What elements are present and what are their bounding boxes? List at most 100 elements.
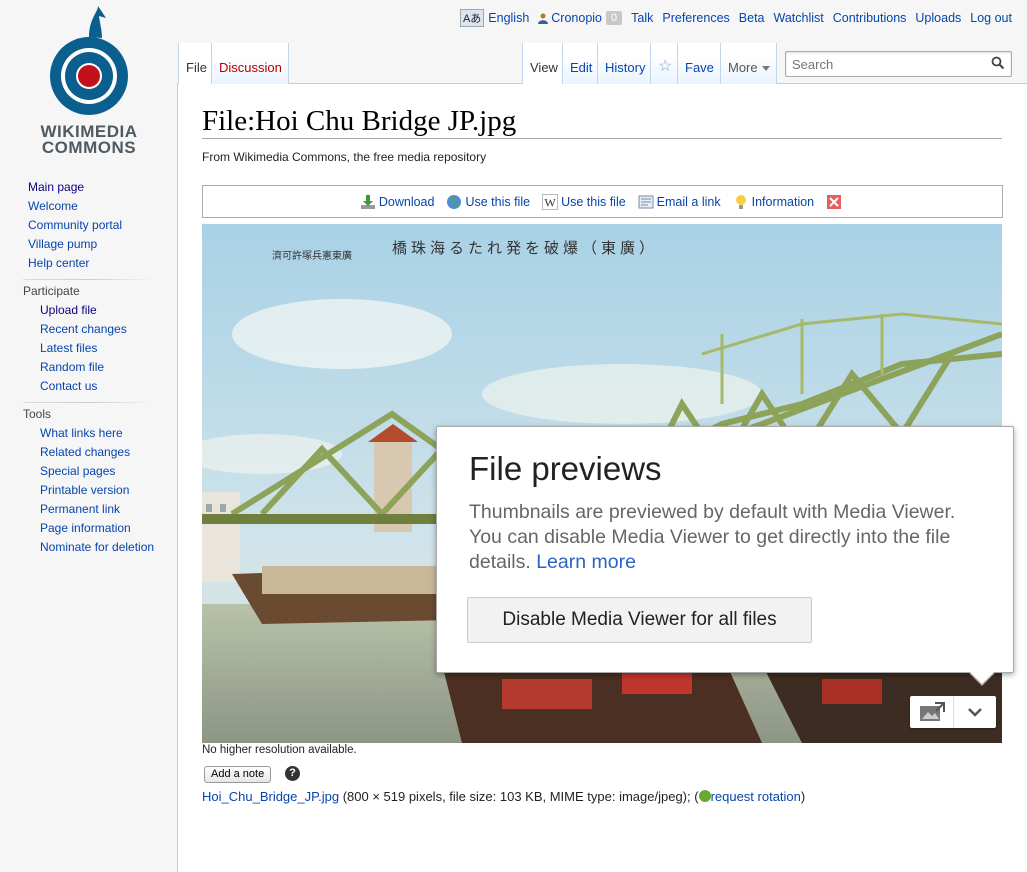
close-paren: ) <box>800 789 806 804</box>
download-button[interactable]: Download <box>360 194 434 210</box>
no-higher-resolution-text: No higher resolution available. <box>202 744 357 756</box>
language-link[interactable]: English <box>488 11 529 25</box>
open-media-viewer-button[interactable] <box>910 696 953 728</box>
chevron-down-icon <box>761 66 770 71</box>
tab-history[interactable]: History <box>598 43 651 84</box>
page-title: File:Hoi Chu Bridge JP.jpg <box>202 103 1002 139</box>
nav-item-upload-file: Upload file <box>0 301 178 320</box>
uploads-link[interactable]: Uploads <box>915 11 961 25</box>
use-this-file-label: Use this file <box>561 194 626 209</box>
beta-link[interactable]: Beta <box>739 11 765 25</box>
participate-portal: Participate Upload file Recent changes L… <box>0 279 178 396</box>
close-toolbar-button[interactable] <box>826 194 845 210</box>
tab-view-label: View <box>530 60 558 75</box>
nav-item-latest-files: Latest files <box>0 339 178 358</box>
information-button[interactable]: Information <box>733 194 815 210</box>
nav-link[interactable]: Printable version <box>40 483 129 497</box>
user-icon <box>538 13 549 24</box>
popup-title: File previews <box>469 450 662 487</box>
tab-edit-label: Edit <box>570 60 593 75</box>
use-this-file-web-button[interactable]: Use this file <box>446 194 530 210</box>
nav-link[interactable]: Recent changes <box>40 322 127 336</box>
tab-view[interactable]: View <box>522 43 563 84</box>
tab-discussion[interactable]: Discussion <box>212 43 289 84</box>
file-info: Hoi_Chu_Bridge_JP.jpg (800 × 519 pixels,… <box>202 789 805 804</box>
tab-more-menu[interactable]: More <box>721 43 777 84</box>
nav-item-nominate-deletion: Nominate for deletion <box>0 538 178 557</box>
email-link-button[interactable]: Email a link <box>638 194 721 210</box>
help-icon[interactable]: ? <box>285 766 300 781</box>
nav-item-welcome: Welcome <box>0 197 178 216</box>
filename-link[interactable]: Hoi_Chu_Bridge_JP.jpg <box>202 789 339 804</box>
wikipedia-icon: W <box>542 193 559 210</box>
tab-edit[interactable]: Edit <box>563 43 598 84</box>
tab-fave[interactable]: Fave <box>678 43 721 84</box>
nav-link[interactable]: Contact us <box>40 379 97 393</box>
nav-item-contact-us: Contact us <box>0 377 178 396</box>
nav-link[interactable]: Nominate for deletion <box>40 540 154 554</box>
disable-media-viewer-button[interactable]: Disable Media Viewer for all files <box>467 597 812 643</box>
email-label: Email a link <box>656 194 721 209</box>
divider <box>23 402 155 403</box>
popup-body: Thumbnails are previewed by default with… <box>469 500 989 575</box>
tab-fave-label: Fave <box>685 60 714 75</box>
page-tagline: From Wikimedia Commons, the free media r… <box>202 150 487 164</box>
nav-link[interactable]: Community portal <box>28 218 122 232</box>
add-note-button[interactable]: Add a note <box>204 766 272 783</box>
nav-link[interactable]: Main page <box>28 180 84 194</box>
nav-link[interactable]: Upload file <box>40 303 97 317</box>
nav-item-page-information: Page information <box>0 519 178 538</box>
nav-link[interactable]: What links here <box>40 426 123 440</box>
site-logo[interactable]: WIKIMEDIA COMMONS <box>0 0 178 160</box>
search-box <box>785 51 1012 77</box>
svg-text:W: W <box>544 195 556 209</box>
tab-file[interactable]: File <box>178 43 212 84</box>
language-icon[interactable]: Aあ <box>459 9 485 27</box>
email-icon <box>638 195 654 208</box>
main-navigation: Main page Welcome Community portal Villa… <box>0 178 178 273</box>
watchlist-link[interactable]: Watchlist <box>774 11 824 25</box>
notifications-badge[interactable]: 0 <box>606 11 623 25</box>
nav-link[interactable]: Welcome <box>28 199 78 213</box>
nav-link[interactable]: Latest files <box>40 341 97 355</box>
rotate-icon <box>698 790 711 802</box>
information-label: Information <box>751 194 815 209</box>
request-rotation-link[interactable]: request rotation <box>711 789 801 804</box>
nav-item-community-portal: Community portal <box>0 216 178 235</box>
nav-link[interactable]: Help center <box>28 256 89 270</box>
close-icon <box>827 194 842 209</box>
use-this-file-wiki-button[interactable]: W Use this file <box>542 193 626 210</box>
contributions-link[interactable]: Contributions <box>833 11 907 25</box>
file-previews-popup: File previews Thumbnails are previewed b… <box>436 426 1014 686</box>
divider <box>23 279 155 280</box>
logout-link[interactable]: Log out <box>970 11 1012 25</box>
user-menu[interactable]: Cronopio 0 <box>538 11 623 25</box>
nav-link[interactable]: Random file <box>40 360 104 374</box>
nav-link[interactable]: Permanent link <box>40 502 120 516</box>
globe-icon <box>447 194 462 209</box>
tab-more-label: More <box>728 60 758 75</box>
star-icon: ☆ <box>658 58 673 75</box>
nav-link[interactable]: Village pump <box>28 237 97 251</box>
sidebar: Main page Welcome Community portal Villa… <box>0 178 178 557</box>
search-icon[interactable] <box>991 56 1005 70</box>
learn-more-link[interactable]: Learn more <box>536 551 636 573</box>
file-details: (800 × 519 pixels, file size: 103 KB, MI… <box>339 789 699 804</box>
personal-tools: Aあ English Cronopio 0 Talk Preferences B… <box>459 9 1012 27</box>
search-input[interactable] <box>790 53 980 75</box>
preferences-link[interactable]: Preferences <box>662 11 729 25</box>
nav-link[interactable]: Related changes <box>40 445 130 459</box>
media-viewer-controls <box>910 696 996 728</box>
username-link[interactable]: Cronopio <box>551 11 602 25</box>
watch-star-icon[interactable]: ☆ <box>651 43 678 84</box>
commons-logo-icon <box>50 6 128 115</box>
nav-item-random-file: Random file <box>0 358 178 377</box>
talk-link[interactable]: Talk <box>631 11 653 25</box>
nav-link[interactable]: Special pages <box>40 464 115 478</box>
nav-link[interactable]: Page information <box>40 521 131 535</box>
tab-discussion-label: Discussion <box>219 60 282 75</box>
use-this-file-label: Use this file <box>465 194 531 209</box>
chevron-down-icon <box>968 708 982 717</box>
chevron-down-button[interactable] <box>953 696 996 728</box>
tools-portal: Tools What links here Related changes Sp… <box>0 402 178 557</box>
